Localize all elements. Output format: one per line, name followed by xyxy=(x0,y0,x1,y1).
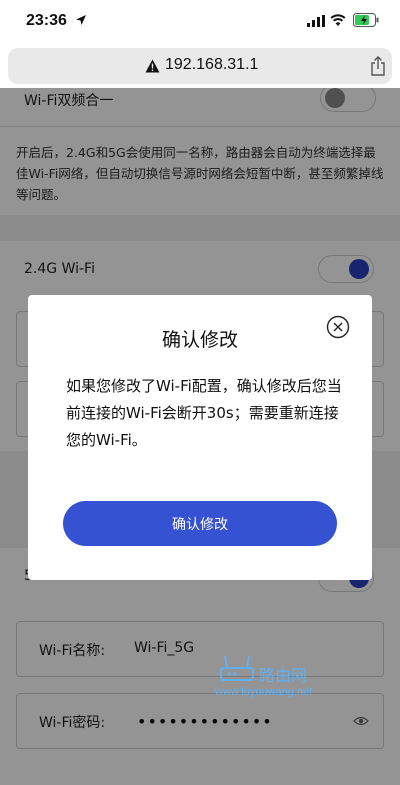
share-icon[interactable] xyxy=(370,56,386,76)
battery-charging-icon xyxy=(353,13,379,27)
dialog-title: 确认修改 xyxy=(161,329,238,351)
confirm-button[interactable]: 确认修改 xyxy=(63,501,337,546)
wifi-icon xyxy=(330,14,346,26)
close-icon[interactable] xyxy=(326,315,350,339)
url-text[interactable]: 192.168.31.1 xyxy=(165,56,258,74)
watermark-text: 路由网 xyxy=(259,666,308,685)
location-arrow-icon xyxy=(76,15,86,25)
watermark-url: www.luyouwang.net xyxy=(215,686,313,698)
watermark: 路由网 www.luyouwang.net xyxy=(215,650,335,702)
address-bar[interactable]: 192.168.31.1 xyxy=(8,48,392,84)
signal-icon xyxy=(307,15,325,27)
status-time: 23:36 xyxy=(26,12,67,29)
confirm-dialog: 确认修改 如果您修改了Wi-Fi配置，确认修改后您当前连接的Wi-Fi会断开30… xyxy=(28,295,372,580)
status-bar: 23:36 xyxy=(0,0,400,44)
browser-toolbar: 192.168.31.1 xyxy=(0,44,400,88)
warning-icon xyxy=(145,59,160,73)
dialog-message: 如果您修改了Wi-Fi配置，确认修改后您当前连接的Wi-Fi会断开30s；需要重… xyxy=(66,377,342,449)
router-logo-icon xyxy=(220,655,254,681)
